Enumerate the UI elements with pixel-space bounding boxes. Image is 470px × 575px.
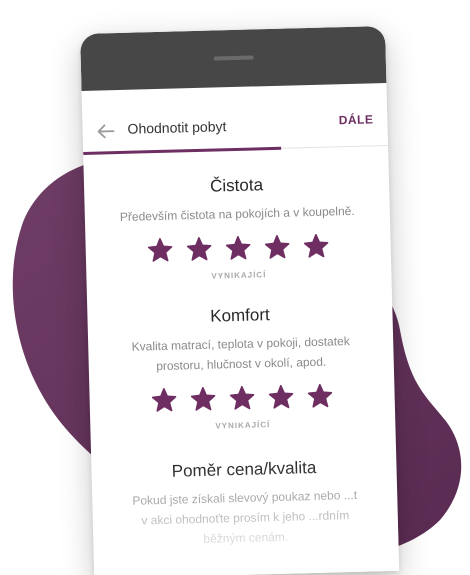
page-title: Ohodnotit pobyt [127,118,227,137]
star-icon[interactable] [190,386,216,412]
star-icon[interactable] [307,383,333,409]
star-icon[interactable] [151,387,177,413]
rating-category-comfort: Komfort Kvalita matrací, teplota v pokoj… [87,302,395,434]
star-icon[interactable] [303,233,329,259]
category-title: Komfort [209,305,270,326]
arrow-left-icon[interactable] [96,123,115,139]
rating-category-value: Poměr cena/kvalita Pokud jste získali sl… [91,456,398,552]
phone-mockup: Ohodnotit pobyt DÁLE Čistota Především č… [80,26,400,575]
category-description: Kvalita matrací, teplota v pokoji, dosta… [131,334,350,374]
star-rating[interactable] [101,382,383,413]
phone-speaker [213,55,254,61]
phone-top-bezel [80,26,387,91]
category-description: Pokud jste získali slevový poukaz nebo .… [132,487,358,546]
category-title: Poměr cena/kvalita [171,457,317,481]
rating-category-cleanliness: Čistota Především čistota na pokojích a … [84,172,392,284]
star-icon[interactable] [186,237,212,262]
star-icon[interactable] [264,234,290,260]
category-description: Především čistota na pokojích a v koupel… [119,203,355,225]
rating-label: VYNIKAJÍCÍ [215,420,271,431]
star-icon[interactable] [268,384,294,410]
next-button[interactable]: DÁLE [339,112,374,127]
app-bar: Ohodnotit pobyt DÁLE [81,82,389,155]
progress-bar [83,146,282,155]
star-icon[interactable] [147,238,173,263]
category-title: Čistota [209,175,264,196]
star-rating[interactable] [97,232,379,263]
star-icon[interactable] [229,385,255,411]
stage: Ohodnotit pobyt DÁLE Čistota Především č… [0,0,470,575]
rating-label: VYNIKAJÍCÍ [211,270,267,281]
star-icon[interactable] [225,236,251,261]
